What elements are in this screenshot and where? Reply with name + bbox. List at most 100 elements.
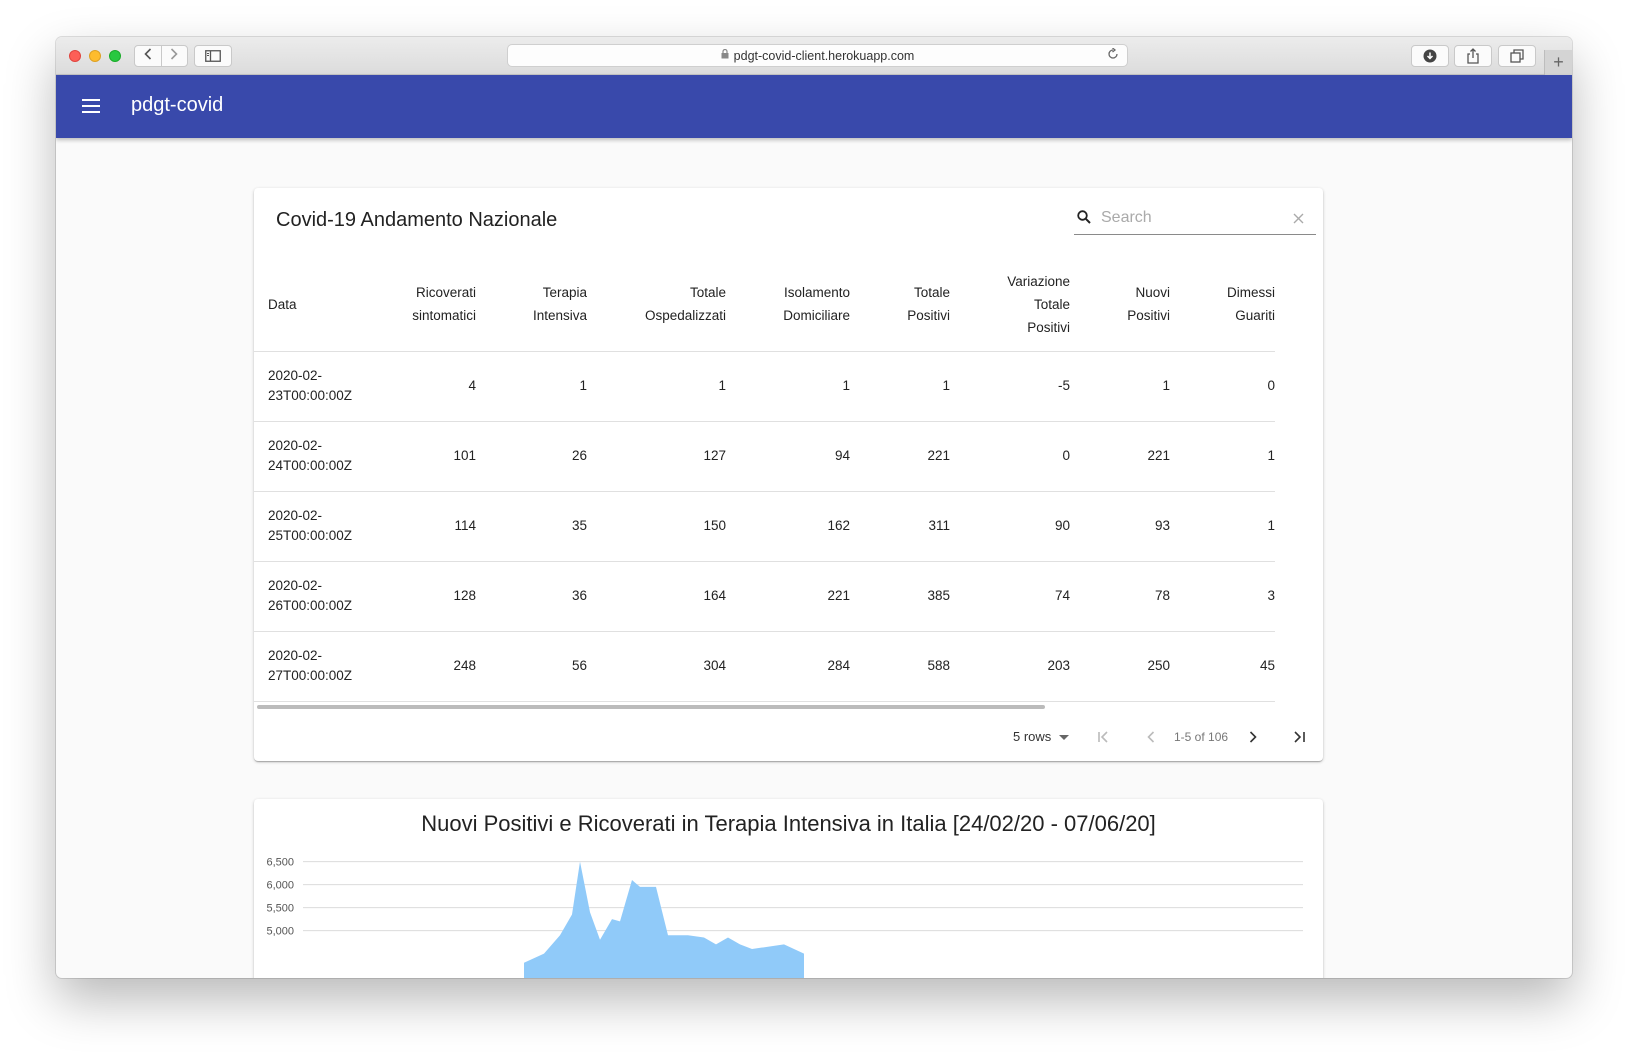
downloads-button[interactable]	[1411, 45, 1449, 67]
reload-icon[interactable]	[1107, 47, 1119, 63]
cell-totale-positivi: 385	[850, 561, 950, 632]
sidebar-toggle-button[interactable]	[194, 45, 232, 67]
browser-window: pdgt-covid-client.herokuapp.com + pdgt-c…	[56, 37, 1572, 978]
cell-data: 2020-02- 24T00:00:00Z	[254, 421, 375, 492]
cell-nuovi-positivi: 1	[1070, 351, 1170, 422]
cell-totale-ospedalizzati: 127	[587, 421, 726, 492]
table-row[interactable]: 2020-02- 25T00:00:00Z 114 35 150 162 311 …	[254, 491, 1275, 562]
y-tick-label: 5,000	[266, 926, 294, 938]
cell-variazione-totale-positivi: 74	[950, 561, 1070, 632]
next-page-button[interactable]	[1244, 728, 1262, 746]
chevron-left-icon[interactable]	[135, 46, 161, 66]
cell-totale-ospedalizzati: 164	[587, 561, 726, 632]
y-tick-label: 6,000	[266, 880, 294, 892]
column-header-nuovi-positivi[interactable]: Nuovi Positivi	[1070, 258, 1170, 352]
column-header-isolamento-domiciliare[interactable]: Isolamento Domiciliare	[726, 258, 850, 352]
chevron-right-icon[interactable]	[162, 46, 188, 66]
column-header-ricoverati-sintomatici[interactable]: Ricoverati sintomatici	[375, 258, 476, 352]
browser-toolbar: pdgt-covid-client.herokuapp.com +	[56, 37, 1572, 75]
column-header-terapia-intensiva[interactable]: Terapia Intensiva	[476, 258, 587, 352]
cell-ricoverati-sintomatici: 4	[375, 351, 476, 422]
cell-ricoverati-sintomatici: 101	[375, 421, 476, 492]
chevron-left-icon	[1147, 731, 1155, 743]
previous-page-button[interactable]	[1142, 728, 1160, 746]
cell-data: 2020-02- 26T00:00:00Z	[254, 561, 375, 632]
cell-totale-positivi: 311	[850, 491, 950, 562]
close-window-button[interactable]	[69, 50, 81, 62]
search-field	[1074, 205, 1316, 235]
national-trend-card: Covid-19 Andamento Nazionale Data Ricove…	[254, 188, 1323, 761]
caret-down-icon	[1059, 735, 1070, 741]
new-tab-button[interactable]: +	[1544, 50, 1572, 75]
cell-terapia-intensiva: 26	[476, 421, 587, 492]
cell-dimessi-guariti: 3	[1170, 561, 1275, 632]
cell-ricoverati-sintomatici: 128	[375, 561, 476, 632]
cell-totale-ospedalizzati: 1	[587, 351, 726, 422]
column-header-data[interactable]: Data	[254, 258, 375, 352]
rows-per-page-value: 5 rows	[1013, 729, 1052, 744]
cell-variazione-totale-positivi: 90	[950, 491, 1070, 562]
cell-data: 2020-02- 27T00:00:00Z	[254, 631, 375, 702]
zoom-window-button[interactable]	[109, 50, 121, 62]
cell-nuovi-positivi: 250	[1070, 631, 1170, 702]
cell-dimessi-guariti: 0	[1170, 351, 1275, 422]
last-page-button[interactable]	[1290, 728, 1308, 746]
search-input[interactable]	[1101, 207, 1291, 229]
cell-nuovi-positivi: 78	[1070, 561, 1170, 632]
column-header-totale-ospedalizzati[interactable]: Totale Ospedalizzati	[587, 258, 726, 352]
app-title: pdgt-covid	[131, 94, 224, 116]
cell-isolamento-domiciliare: 162	[726, 491, 850, 562]
table-row[interactable]: 2020-02- 23T00:00:00Z 4 1 1 1 1 -5 1 0	[254, 351, 1275, 422]
cell-dimessi-guariti: 1	[1170, 421, 1275, 492]
clear-icon[interactable]	[1293, 208, 1304, 229]
table-row[interactable]: 2020-02- 24T00:00:00Z 101 26 127 94 221 0…	[254, 421, 1275, 492]
horizontal-scrollbar[interactable]	[257, 705, 1045, 709]
sidebar-icon	[205, 50, 221, 62]
data-table: Data Ricoverati sintomatici Terapia Intens…	[254, 258, 1275, 702]
share-button[interactable]	[1454, 45, 1492, 67]
cell-isolamento-domiciliare: 221	[726, 561, 850, 632]
cell-isolamento-domiciliare: 284	[726, 631, 850, 702]
cell-variazione-totale-positivi: 203	[950, 631, 1070, 702]
pagination: 5 rows 1-5 of 106	[254, 723, 1323, 753]
history-nav	[134, 45, 188, 67]
chevron-right-icon	[1249, 731, 1257, 743]
tabs-overview-icon	[1510, 49, 1524, 63]
column-header-dimessi-guariti[interactable]: Dimessi Guariti	[1170, 258, 1275, 352]
cell-terapia-intensiva: 1	[476, 351, 587, 422]
column-header-totale-positivi[interactable]: Totale Positivi	[850, 258, 950, 352]
cell-totale-positivi: 221	[850, 421, 950, 492]
cell-nuovi-positivi: 93	[1070, 491, 1170, 562]
menu-icon[interactable]	[82, 99, 100, 113]
cell-variazione-totale-positivi: -5	[950, 351, 1070, 422]
last-page-icon	[1294, 731, 1305, 743]
table-row[interactable]: 2020-02- 27T00:00:00Z 248 56 304 284 588 …	[254, 631, 1275, 702]
lock-icon	[721, 48, 729, 62]
cell-totale-ospedalizzati: 150	[587, 491, 726, 562]
cell-data: 2020-02- 23T00:00:00Z	[254, 351, 375, 422]
area-chart: 5,000 5,500 6,000 6,500	[266, 857, 1303, 978]
cell-totale-positivi: 588	[850, 631, 950, 702]
cell-terapia-intensiva: 35	[476, 491, 587, 562]
cell-variazione-totale-positivi: 0	[950, 421, 1070, 492]
search-icon	[1077, 210, 1091, 224]
first-page-button[interactable]	[1095, 728, 1113, 746]
cell-terapia-intensiva: 36	[476, 561, 587, 632]
table-header-row: Data Ricoverati sintomatici Terapia Intens…	[254, 258, 1275, 352]
cell-dimessi-guariti: 1	[1170, 491, 1275, 562]
area-series	[524, 861, 804, 978]
chart-card: Nuovi Positivi e Ricoverati in Terapia I…	[254, 799, 1323, 978]
cell-totale-positivi: 1	[850, 351, 950, 422]
minimize-window-button[interactable]	[89, 50, 101, 62]
table-row[interactable]: 2020-02- 26T00:00:00Z 128 36 164 221 385 …	[254, 561, 1275, 632]
cell-nuovi-positivi: 221	[1070, 421, 1170, 492]
cell-data: 2020-02- 25T00:00:00Z	[254, 491, 375, 562]
cell-dimessi-guariti: 45	[1170, 631, 1275, 702]
column-header-variazione-totale-positivi[interactable]: Variazione Totale Positivi	[950, 258, 1070, 352]
tab-overview-button[interactable]	[1498, 45, 1536, 67]
y-tick-label: 6,500	[266, 857, 294, 869]
y-tick-label: 5,500	[266, 903, 294, 915]
address-bar[interactable]: pdgt-covid-client.herokuapp.com	[507, 44, 1128, 67]
download-icon	[1423, 49, 1437, 63]
rows-per-page-select[interactable]: 5 rows	[1013, 729, 1070, 744]
